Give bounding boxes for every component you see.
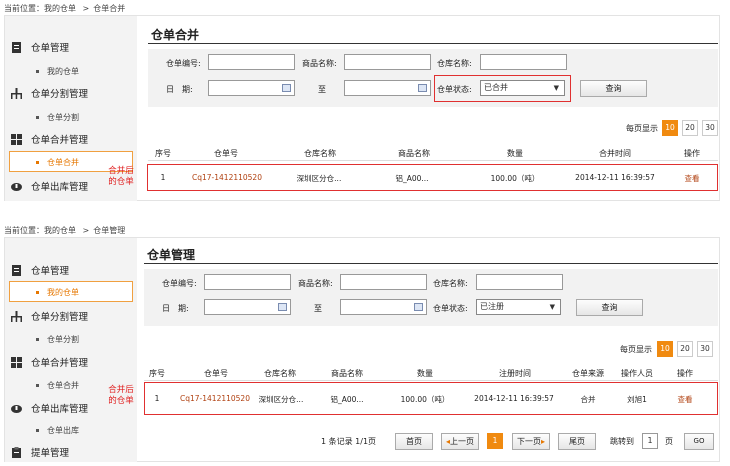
query-button[interactable]: 查询 — [576, 299, 643, 316]
view-link[interactable]: 查看 — [677, 173, 707, 184]
dropdown-arrow-icon: ▼ — [553, 84, 559, 92]
current-page[interactable]: 1 — [487, 433, 503, 449]
date-from-input[interactable] — [208, 80, 295, 96]
calendar-icon[interactable] — [414, 303, 423, 311]
dropdown-arrow-icon: ▼ — [549, 303, 555, 311]
sidebar-group-merge[interactable]: 仓单合并管理 — [5, 132, 88, 146]
sidebar-group-bill-of-lading[interactable]: 提单管理 — [5, 445, 69, 459]
page-size-30[interactable]: 30 — [697, 341, 713, 357]
breadcrumb-link-my-warehouse-receipts[interactable]: 我的仓单 — [44, 4, 76, 13]
page-size-20[interactable]: 20 — [677, 341, 693, 357]
sidebar-item-my-receipts[interactable]: 我的仓单 — [36, 66, 79, 77]
breadcrumb: 当前位置：我的仓单 > 仓单管理 — [4, 226, 126, 235]
grid-icon — [11, 133, 22, 145]
breadcrumb: 当前位置：我的仓单 > 仓单合并 — [4, 4, 126, 13]
sidebar-item-my-receipts[interactable]: 我的仓单 — [9, 281, 133, 302]
next-page-button[interactable]: 下一页▸ — [512, 433, 550, 450]
calendar-icon[interactable] — [282, 84, 291, 92]
last-page-button[interactable]: 尾页 — [558, 433, 596, 450]
annotation-merged-receipt: 合并后 的仓单 — [108, 166, 134, 187]
goto-page-input[interactable]: 1 — [642, 433, 658, 449]
sidebar-item-split[interactable]: 仓单分割 — [36, 334, 79, 345]
next-arrow-icon: ▸ — [540, 437, 545, 446]
product-name-input[interactable] — [340, 274, 427, 290]
bottom-screen: 仓单管理 我的仓单 仓单分割管理 仓单分割 仓单合并管理 仓单合并 仓单出库管理… — [4, 237, 720, 462]
split-tree-icon — [11, 310, 22, 322]
receipt-code-link[interactable]: Cq17-1412110520 — [187, 173, 267, 182]
sidebar-group-warehouse-receipt[interactable]: 仓单管理 — [5, 263, 69, 277]
view-link[interactable]: 查看 — [670, 394, 700, 405]
page-title: 仓单管理 — [147, 248, 196, 262]
record-count: 1 条记录 1/1页 — [321, 437, 377, 446]
grid-icon — [11, 356, 22, 368]
page-title: 仓单合并 — [151, 28, 200, 42]
prev-page-button[interactable]: ◂上一页 — [441, 433, 479, 450]
sidebar: 仓单管理 我的仓单 仓单分割管理 仓单分割 仓单合并管理 仓单合并 仓单出库管理… — [5, 238, 137, 462]
calendar-icon[interactable] — [278, 303, 287, 311]
sidebar-item-split[interactable]: 仓单分割 — [36, 112, 79, 123]
top-screen: 仓单管理 我的仓单 仓单分割管理 仓单分割 仓单合并管理 仓单合并 仓单出库管理… — [4, 15, 720, 201]
sidebar-group-outbound[interactable]: 仓单出库管理 — [5, 179, 88, 193]
sidebar-item-outbound[interactable]: 仓单出库 — [36, 425, 79, 436]
status-select[interactable]: 已注册 ▼ — [476, 299, 561, 315]
page-size-10[interactable]: 10 — [662, 120, 678, 136]
annotation-merged-receipt: 合并后 的仓单 — [108, 385, 134, 406]
clipboard-icon — [11, 446, 22, 458]
date-to-input[interactable] — [344, 80, 431, 96]
breadcrumb-link-my-warehouse-receipts[interactable]: 我的仓单 — [44, 226, 76, 235]
outbound-icon — [11, 403, 22, 414]
filter-panel: 仓单编号: 商品名称: 仓库名称: 日 期: 至 仓单状态: 已合并 ▼ 查询 — [148, 49, 718, 107]
sidebar-group-split[interactable]: 仓单分割管理 — [5, 309, 88, 323]
go-button[interactable]: GO — [684, 433, 714, 450]
first-page-button[interactable]: 首页 — [395, 433, 433, 450]
warehouse-name-input[interactable] — [480, 54, 567, 70]
title-divider — [148, 43, 718, 44]
sidebar-group-outbound[interactable]: 仓单出库管理 — [5, 401, 88, 415]
sidebar-group-split[interactable]: 仓单分割管理 — [5, 86, 88, 100]
filter-panel: 仓单编号: 商品名称: 仓库名称: 日 期: 至 仓单状态: 已注册 ▼ 查询 — [144, 269, 718, 326]
query-button[interactable]: 查询 — [580, 80, 647, 97]
split-tree-icon — [11, 87, 22, 99]
product-name-input[interactable] — [344, 54, 431, 70]
sidebar-group-merge[interactable]: 仓单合并管理 — [5, 355, 88, 369]
sidebar-item-merge[interactable]: 仓单合并 — [36, 380, 79, 391]
document-icon — [11, 41, 22, 53]
title-divider — [144, 263, 718, 264]
receipt-code-input[interactable] — [208, 54, 295, 70]
page-size-20[interactable]: 20 — [682, 120, 698, 136]
page-size-10[interactable]: 10 — [657, 341, 673, 357]
date-from-input[interactable] — [204, 299, 291, 315]
calendar-icon[interactable] — [418, 84, 427, 92]
document-icon — [11, 264, 22, 276]
outbound-icon — [11, 181, 22, 192]
warehouse-name-input[interactable] — [476, 274, 563, 290]
date-to-input[interactable] — [340, 299, 427, 315]
sidebar-group-warehouse-receipt[interactable]: 仓单管理 — [5, 40, 69, 54]
status-select[interactable]: 已合并 ▼ — [480, 80, 565, 96]
page-size-30[interactable]: 30 — [702, 120, 718, 136]
receipt-code-input[interactable] — [204, 274, 291, 290]
